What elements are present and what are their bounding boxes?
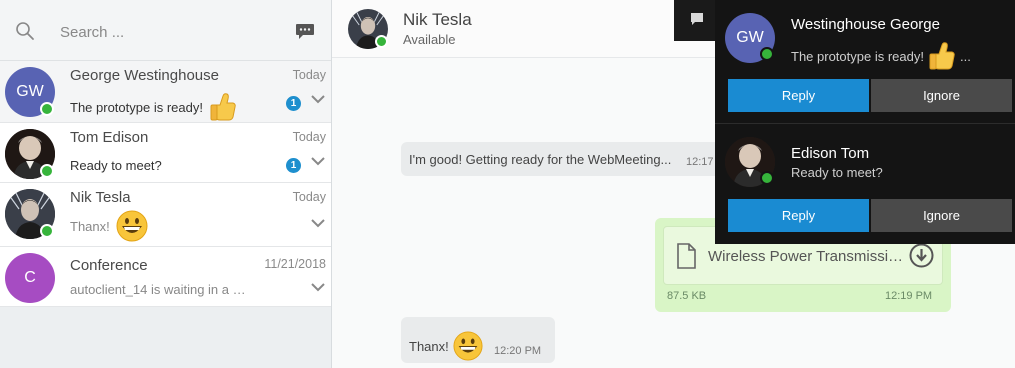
download-circle-icon[interactable] — [909, 243, 934, 268]
notification-message: The prototype is ready! ... — [791, 41, 971, 71]
notification-text: The prototype is ready! — [791, 48, 924, 64]
preview-text: Ready to meet? — [70, 158, 162, 173]
notification-sender: Westinghouse George — [791, 16, 940, 33]
unread-badge: 1 — [286, 158, 301, 173]
conversation-preview: The prototype is ready! — [70, 92, 237, 122]
thumbs-up-icon — [929, 42, 955, 70]
conversation-name: Conference — [70, 257, 148, 274]
preview-text: autoclient_14 is waiting in a … — [70, 282, 246, 297]
conversation-item-conference[interactable]: C Conference 11/21/2018 autoclient_14 is… — [0, 247, 331, 307]
grinning-face-icon — [116, 210, 148, 242]
search-icon[interactable] — [14, 20, 36, 42]
chevron-down-icon[interactable] — [311, 282, 325, 292]
conversation-name: George Westinghouse — [70, 67, 219, 84]
file-icon — [677, 243, 696, 269]
ignore-button[interactable]: Ignore — [871, 199, 1012, 232]
notification-panel: GW Westinghouse George The prototype is … — [715, 0, 1015, 244]
conversation-preview: Ready to meet? — [70, 158, 162, 173]
conversation-date: Today — [292, 190, 326, 204]
message-text: Thanx! — [409, 338, 449, 354]
chevron-down-icon[interactable] — [311, 94, 325, 104]
ignore-button[interactable]: Ignore — [871, 79, 1012, 112]
incoming-message: Thanx! 12:20 PM — [401, 317, 555, 363]
conversation-preview: Thanx! — [70, 210, 148, 242]
conversation-item-nik-tesla[interactable]: Nik Tesla Today Thanx! — [0, 183, 331, 247]
conversation-name: Nik Tesla — [70, 189, 131, 206]
online-status-dot — [760, 47, 774, 61]
incoming-message: I'm good! Getting ready for the WebMeeti… — [401, 142, 731, 176]
grinning-face-icon — [453, 331, 483, 361]
file-size: 87.5 KB — [667, 290, 707, 302]
reply-button[interactable]: Reply — [728, 199, 869, 232]
conversation-date: Today — [292, 130, 326, 144]
online-status-dot — [40, 164, 54, 178]
conversation-item-george-westinghouse[interactable]: GW George Westinghouse Today The prototy… — [0, 61, 331, 123]
conversation-item-tom-edison[interactable]: Tom Edison Today Ready to meet? 1 — [0, 123, 331, 183]
preview-text: Thanx! — [70, 218, 110, 234]
file-name: Wireless Power Transmissi… — [708, 248, 904, 265]
chat-bubble-icon[interactable] — [295, 22, 315, 40]
avatar-initials: GW — [16, 83, 44, 100]
chat-bubble-icon — [691, 13, 703, 25]
conversation-name: Tom Edison — [70, 129, 149, 146]
notification-text: Ready to meet? — [791, 165, 883, 180]
message-time: 12:17 — [686, 156, 714, 168]
online-status-dot — [375, 35, 388, 48]
online-status-dot — [40, 102, 54, 116]
conversation-date: Today — [292, 68, 326, 82]
message-time: 12:19 PM — [885, 290, 933, 302]
conversation-date: 11/21/2018 — [264, 257, 326, 271]
notification-ellipsis: ... — [959, 48, 971, 64]
contact-status: Available — [403, 32, 456, 47]
conversation-preview: autoclient_14 is waiting in a … — [70, 282, 246, 297]
avatar: C — [5, 253, 55, 303]
reply-button[interactable]: Reply — [728, 79, 869, 112]
notification-sender: Edison Tom — [791, 145, 870, 162]
search-input[interactable] — [60, 21, 280, 43]
conversation-sidebar: GW George Westinghouse Today The prototy… — [0, 0, 332, 368]
online-status-dot — [40, 224, 54, 238]
thumbs-up-icon — [210, 93, 236, 121]
notification-item: Edison Tom Ready to meet? Reply Ignore — [715, 123, 1015, 244]
message-text-row: Thanx! — [409, 331, 483, 361]
notification-message: Ready to meet? — [791, 165, 883, 180]
notification-item: GW Westinghouse George The prototype is … — [715, 0, 1015, 122]
message-time: 12:20 PM — [494, 345, 542, 357]
chevron-down-icon[interactable] — [311, 218, 325, 228]
unread-badge: 1 — [286, 96, 301, 111]
online-status-dot — [760, 171, 774, 185]
message-text: I'm good! Getting ready for the WebMeeti… — [409, 152, 672, 167]
avatar-initials: C — [24, 269, 36, 286]
search-bar — [0, 0, 331, 61]
preview-text: The prototype is ready! — [70, 99, 203, 115]
chevron-down-icon[interactable] — [311, 156, 325, 166]
contact-name: Nik Tesla — [403, 10, 472, 29]
avatar-initials: GW — [736, 29, 764, 46]
